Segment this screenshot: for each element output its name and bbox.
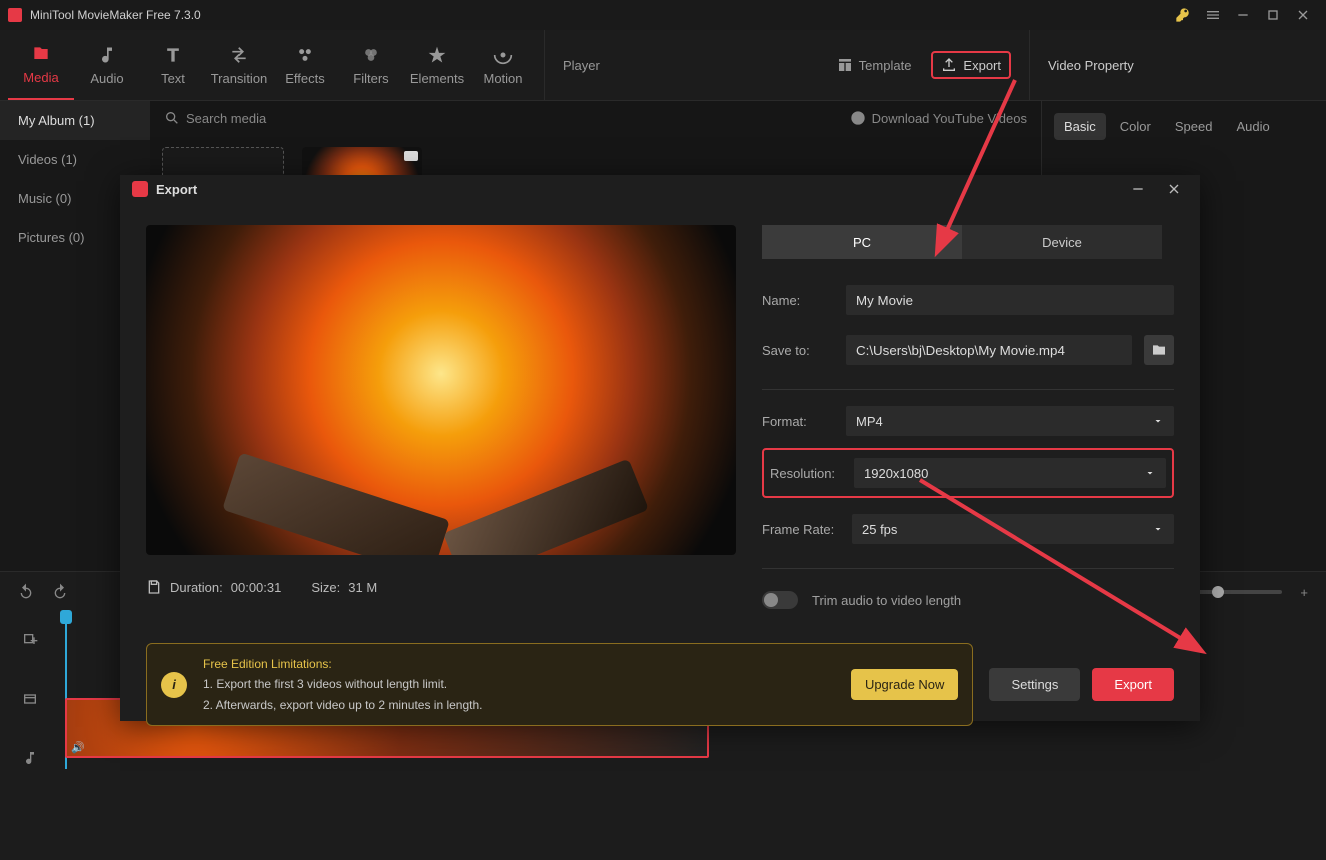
tab-label: Transition — [211, 71, 268, 86]
main-toolbar: Media Audio Text Transition Effects Filt… — [0, 30, 1326, 101]
tab-label: Media — [23, 70, 58, 85]
resolution-label: Resolution: — [770, 466, 842, 481]
format-value: MP4 — [856, 414, 883, 429]
name-label: Name: — [762, 293, 834, 308]
export-preview — [146, 225, 736, 555]
framerate-label: Frame Rate: — [762, 522, 840, 537]
info-icon: i — [161, 672, 187, 698]
chevron-down-icon — [1152, 523, 1164, 535]
resolution-select[interactable]: 1920x1080 — [854, 458, 1166, 488]
undo-icon[interactable] — [18, 583, 34, 602]
export-button[interactable]: Export — [931, 51, 1011, 79]
search-icon — [164, 110, 180, 126]
export-dialog: Export Duration: 00:00:31 Size: 31 M PC … — [120, 175, 1200, 721]
tab-filters[interactable]: Filters — [338, 30, 404, 100]
chevron-down-icon — [1144, 467, 1156, 479]
license-key-icon[interactable] — [1168, 0, 1198, 30]
browse-folder-button[interactable] — [1144, 335, 1174, 365]
app-logo-icon — [8, 8, 22, 22]
maximize-button[interactable] — [1258, 0, 1288, 30]
tab-label: Motion — [483, 71, 522, 86]
name-input[interactable] — [846, 285, 1174, 315]
dialog-minimize-button[interactable] — [1124, 175, 1152, 203]
tab-transition[interactable]: Transition — [206, 30, 272, 100]
tab-motion[interactable]: Motion — [470, 30, 536, 100]
template-button[interactable]: Template — [837, 57, 912, 73]
format-select[interactable]: MP4 — [846, 406, 1174, 436]
export-tab-pc[interactable]: PC — [762, 225, 962, 259]
tab-label: Elements — [410, 71, 464, 86]
limitations-line1: 1. Export the first 3 videos without len… — [203, 674, 835, 694]
sidebar-item-videos[interactable]: Videos (1) — [0, 140, 150, 179]
tab-label: Effects — [285, 71, 325, 86]
upgrade-now-button[interactable]: Upgrade Now — [851, 669, 959, 700]
tab-label: Text — [161, 71, 185, 86]
save-label: Save to: — [762, 343, 834, 358]
trim-audio-toggle[interactable] — [762, 591, 798, 609]
audio-track-icon — [22, 750, 38, 769]
video-track-icon — [22, 691, 38, 710]
tab-effects[interactable]: Effects — [272, 30, 338, 100]
add-track-icon[interactable] — [22, 632, 38, 651]
tab-label: Audio — [90, 71, 123, 86]
template-label: Template — [859, 58, 912, 73]
trim-audio-label: Trim audio to video length — [812, 593, 961, 608]
save-icon — [146, 579, 162, 595]
export-dialog-title: Export — [156, 182, 197, 197]
settings-button[interactable]: Settings — [989, 668, 1080, 701]
export-confirm-button[interactable]: Export — [1092, 668, 1174, 701]
size-value: 31 M — [348, 580, 377, 595]
app-title: MiniTool MovieMaker Free 7.3.0 — [30, 8, 201, 22]
prop-tab-speed[interactable]: Speed — [1165, 113, 1223, 140]
format-label: Format: — [762, 414, 834, 429]
resolution-value: 1920x1080 — [864, 466, 928, 481]
chevron-down-icon — [1152, 415, 1164, 427]
search-input[interactable]: Search media — [186, 111, 844, 126]
prop-tab-audio[interactable]: Audio — [1226, 113, 1279, 140]
dialog-close-button[interactable] — [1160, 175, 1188, 203]
limitations-header: Free Edition Limitations: — [203, 654, 835, 674]
tab-media[interactable]: Media — [8, 30, 74, 100]
export-tab-device[interactable]: Device — [962, 225, 1162, 259]
duration-label: Duration: — [170, 580, 223, 595]
close-button[interactable] — [1288, 0, 1318, 30]
download-label: Download YouTube Videos — [872, 111, 1027, 126]
tab-text[interactable]: Text — [140, 30, 206, 100]
tab-audio[interactable]: Audio — [74, 30, 140, 100]
speaker-icon: 🔊 — [71, 741, 85, 754]
tab-elements[interactable]: Elements — [404, 30, 470, 100]
zoom-in-icon[interactable]: + — [1300, 585, 1308, 600]
prop-tab-color[interactable]: Color — [1110, 113, 1161, 140]
duration-value: 00:00:31 — [231, 580, 282, 595]
prop-tab-basic[interactable]: Basic — [1054, 113, 1106, 140]
save-path-input[interactable] — [846, 335, 1132, 365]
sidebar-item-myalbum[interactable]: My Album (1) — [0, 101, 150, 140]
size-label: Size: — [311, 580, 340, 595]
menu-icon[interactable] — [1198, 0, 1228, 30]
player-label: Player — [563, 58, 600, 73]
export-dialog-logo-icon — [132, 181, 148, 197]
framerate-select[interactable]: 25 fps — [852, 514, 1174, 544]
free-edition-banner: i Free Edition Limitations: 1. Export th… — [146, 643, 973, 726]
export-label: Export — [963, 58, 1001, 73]
tab-label: Filters — [353, 71, 388, 86]
redo-icon[interactable] — [52, 583, 68, 602]
video-property-label: Video Property — [1048, 58, 1134, 73]
download-youtube-button[interactable]: Download YouTube Videos — [850, 110, 1027, 126]
minimize-button[interactable] — [1228, 0, 1258, 30]
framerate-value: 25 fps — [862, 522, 897, 537]
titlebar: MiniTool MovieMaker Free 7.3.0 — [0, 0, 1326, 30]
limitations-line2: 2. Afterwards, export video up to 2 minu… — [203, 695, 835, 715]
